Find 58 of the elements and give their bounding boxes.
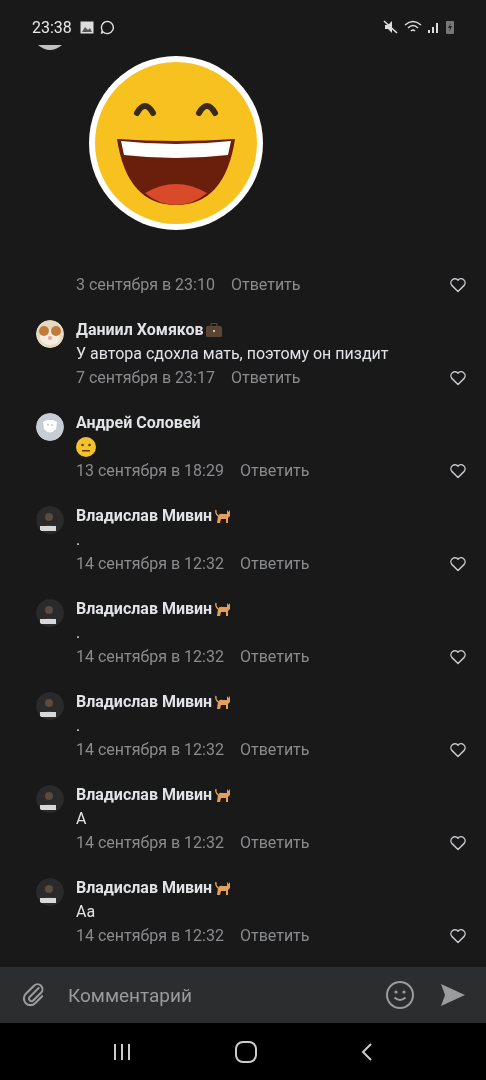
- reply-link[interactable]: Ответить: [239, 831, 310, 855]
- image-icon: [79, 21, 94, 34]
- heart-icon[interactable]: [449, 835, 467, 851]
- back-icon[interactable]: [360, 1041, 375, 1062]
- author-name[interactable]: Владислав Мивин: [76, 690, 213, 714]
- smiley-icon[interactable]: [385, 980, 415, 1010]
- author-name[interactable]: Андрей Соловей: [76, 411, 201, 435]
- heart-icon[interactable]: [449, 370, 467, 386]
- comment-text: .: [76, 622, 81, 644]
- send-icon[interactable]: [440, 982, 466, 1008]
- author-name[interactable]: Владислав Мивин: [76, 597, 213, 621]
- reply-link[interactable]: Ответить: [239, 459, 310, 483]
- heart-icon[interactable]: [449, 463, 467, 479]
- comment-text: .: [76, 715, 81, 737]
- signal-icon: [428, 21, 440, 33]
- comment-date: 14 сентября в 12:32: [76, 832, 224, 854]
- comment-date: 3 сентября в 23:10: [76, 274, 215, 296]
- comment-date: 14 сентября в 12:32: [76, 739, 224, 761]
- comment-text: Аа: [76, 901, 96, 923]
- heart-icon[interactable]: [449, 742, 467, 758]
- heart-icon[interactable]: [449, 649, 467, 665]
- reply-link[interactable]: Ответить: [230, 273, 301, 297]
- comment-text: .: [76, 529, 81, 551]
- author-name[interactable]: Владислав Мивин: [76, 783, 213, 807]
- wifi-icon: [404, 20, 422, 34]
- cat-icon: [214, 879, 233, 897]
- reply-link[interactable]: Ответить: [239, 738, 310, 762]
- neutral-face-icon: [76, 437, 96, 457]
- comment-date: 14 сентября в 12:32: [76, 646, 224, 668]
- heart-icon[interactable]: [449, 556, 467, 572]
- recent-apps-icon[interactable]: [111, 1042, 132, 1061]
- comment-date: 7 сентября в 23:17: [76, 367, 215, 389]
- reply-link[interactable]: Ответить: [239, 924, 310, 948]
- reply-link[interactable]: Ответить: [239, 552, 310, 576]
- reply-link[interactable]: Ответить: [239, 645, 310, 669]
- briefcase-icon: [205, 323, 222, 337]
- comment-date: 14 сентября в 12:32: [76, 553, 224, 575]
- comment-date: 14 сентября в 12:32: [76, 925, 224, 947]
- cat-icon: [214, 507, 233, 525]
- cat-icon: [214, 600, 233, 618]
- comment-field[interactable]: Комментарий: [68, 975, 385, 1015]
- comment-text: У автора сдохла мать, поэтому он пиздит: [76, 343, 389, 365]
- author-name[interactable]: Владислав Мивин: [76, 504, 213, 528]
- comment-date: 13 сентября в 18:29: [76, 460, 224, 482]
- comment-text: А: [76, 808, 87, 830]
- mute-icon: [383, 20, 398, 34]
- heart-icon[interactable]: [449, 928, 467, 944]
- author-name[interactable]: Владислав Мивин: [76, 876, 213, 900]
- author-name[interactable]: Даниил Хомяков: [76, 318, 204, 342]
- comment-bar[interactable]: Комментарий: [0, 967, 486, 1023]
- cat-icon: [214, 693, 233, 711]
- status-time: 23:38: [32, 17, 72, 39]
- home-icon[interactable]: [235, 1040, 257, 1063]
- cat-icon: [214, 786, 233, 804]
- chat-bubble-icon: [99, 20, 115, 35]
- battery-icon: [446, 20, 454, 34]
- reply-link[interactable]: Ответить: [230, 366, 301, 390]
- heart-icon[interactable]: [449, 277, 467, 293]
